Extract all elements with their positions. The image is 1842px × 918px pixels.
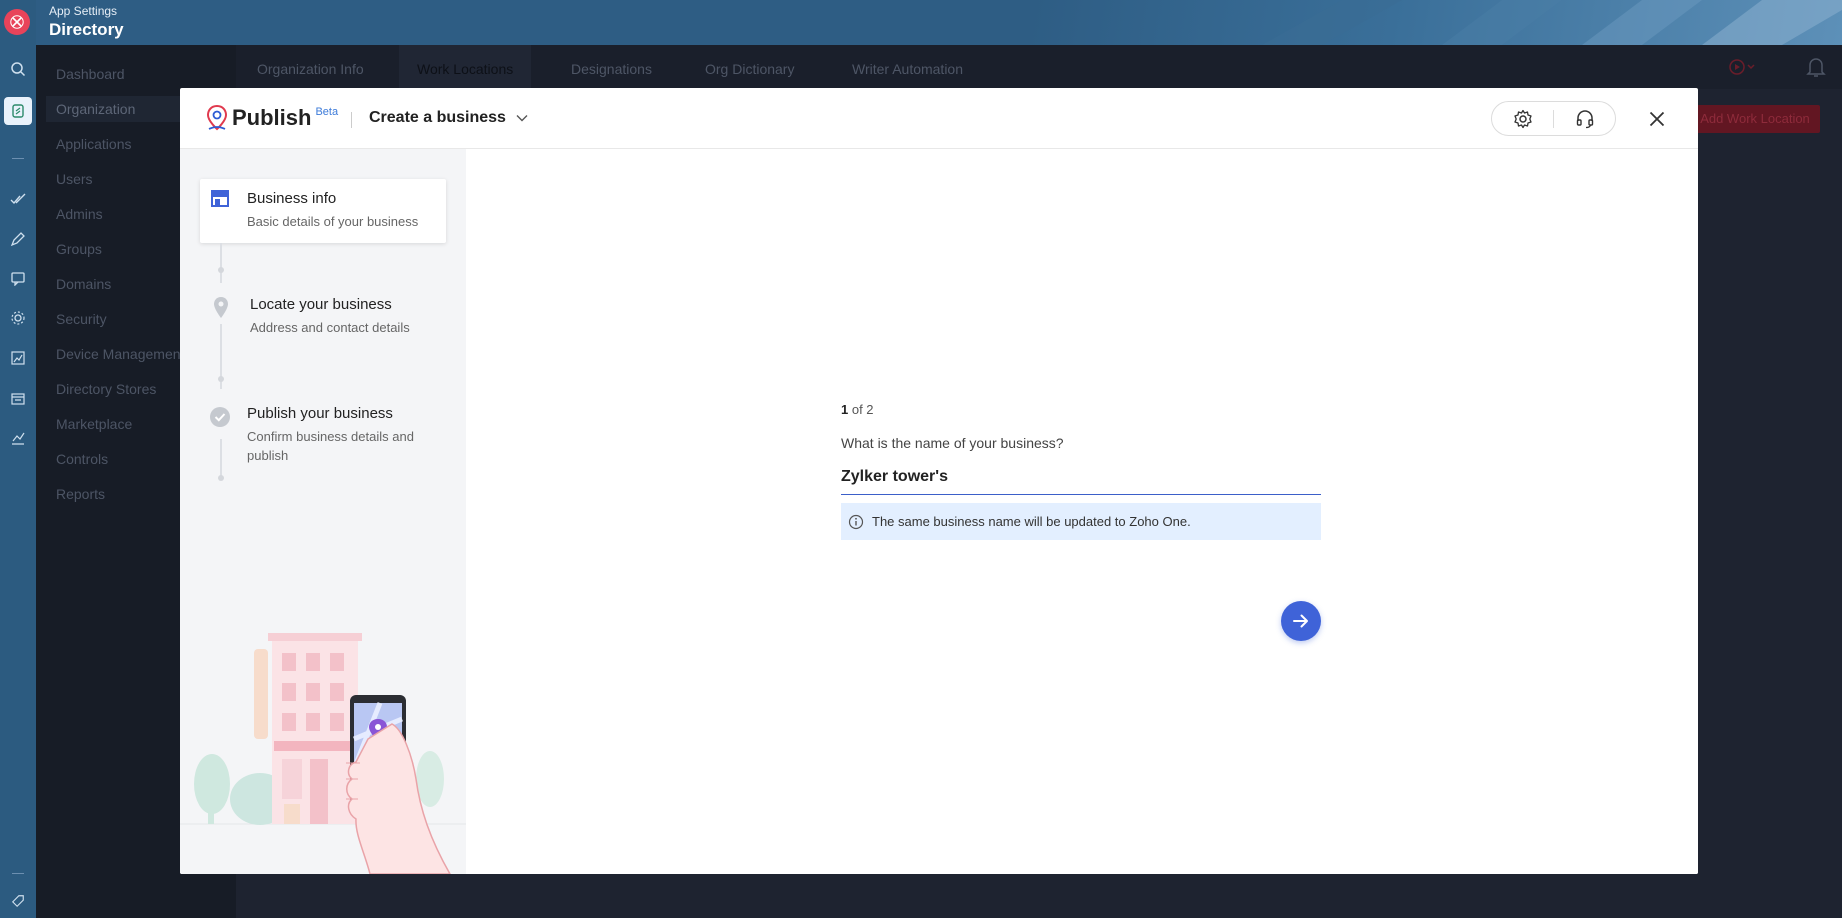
header-pattern [1262, 0, 1842, 45]
close-app-settings-button[interactable] [4, 9, 30, 35]
gear-icon [1513, 109, 1532, 128]
app-icon-rail [0, 0, 36, 918]
sidebar-item-directory-stores[interactable]: Directory Stores [56, 381, 156, 397]
sidebar-item-controls[interactable]: Controls [56, 451, 108, 467]
search-rail-button[interactable] [6, 57, 30, 81]
form-pane: 1 of 2 What is the name of your business… [466, 149, 1698, 874]
sidebar-item-domains[interactable]: Domains [56, 276, 111, 292]
info-banner-text: The same business name will be updated t… [872, 514, 1191, 529]
sidebar-item-dashboard[interactable]: Dashboard [56, 66, 125, 82]
headset-icon [1576, 109, 1593, 128]
bell-icon[interactable] [1806, 56, 1826, 83]
chat-rail-button[interactable] [6, 266, 30, 290]
tab-org-dictionary[interactable]: Org Dictionary [705, 45, 794, 89]
tag-rail-button[interactable] [6, 889, 30, 913]
step-counter-total: of 2 [848, 402, 874, 417]
close-icon [10, 15, 24, 29]
tab-work-locations[interactable]: Work Locations [399, 45, 532, 89]
check-double-icon [10, 193, 26, 205]
step-description: Address and contact details [250, 320, 410, 335]
rail-divider [12, 158, 24, 159]
close-icon [1649, 111, 1665, 127]
step-locate-business-text[interactable]: Locate your business Address and contact… [250, 296, 410, 337]
app-subtitle: App Settings [49, 4, 118, 18]
sidebar-item-security[interactable]: Security [56, 311, 107, 327]
sidebar-item-marketplace[interactable]: Marketplace [56, 416, 132, 432]
search-icon [11, 62, 26, 77]
publish-modal: Publish Beta Create a business Business … [180, 88, 1698, 874]
sidebar-item-device-management[interactable]: Device Management [56, 346, 184, 362]
chevron-down-icon [516, 115, 528, 122]
sidebar-item-admins[interactable]: Admins [56, 206, 103, 222]
tab-organization-info[interactable]: Organization Info [257, 45, 364, 89]
info-icon [848, 514, 864, 529]
step-publish-icon [209, 406, 231, 433]
settings-button[interactable] [1492, 102, 1553, 135]
directory-rail-button[interactable] [4, 97, 32, 125]
recording-icon[interactable] [1728, 57, 1758, 82]
publish-logo-icon [206, 104, 228, 131]
store-rail-button[interactable] [6, 386, 30, 410]
step-connector [220, 243, 222, 283]
support-button[interactable] [1554, 102, 1615, 135]
tag-icon [11, 895, 24, 908]
step-connector [220, 439, 222, 479]
sidebar-item-groups[interactable]: Groups [56, 241, 102, 257]
add-work-location-button[interactable]: Add Work Location [1690, 105, 1820, 133]
location-pin-icon [214, 297, 228, 318]
chat-icon [11, 272, 25, 286]
analytics-rail-button[interactable] [6, 346, 30, 370]
tasks-rail-button[interactable] [6, 187, 30, 211]
store-icon [11, 393, 25, 405]
gear-icon [11, 311, 25, 325]
step-title: Locate your business [250, 296, 392, 313]
beta-badge: Beta [315, 106, 339, 118]
chart-icon [11, 351, 25, 365]
tab-designations[interactable]: Designations [571, 45, 652, 89]
directory-icon [12, 104, 24, 118]
arrow-right-icon [1293, 614, 1308, 628]
step-dot [218, 267, 224, 273]
next-step-button[interactable] [1281, 601, 1321, 641]
header-actions [1491, 101, 1616, 136]
step-locate-business[interactable] [212, 296, 230, 325]
business-selector-label: Create a business [369, 109, 506, 126]
info-banner: The same business name will be updated t… [841, 503, 1321, 540]
settings-rail-button[interactable] [6, 306, 30, 330]
step-description: Confirm business details and publish [247, 429, 414, 463]
pen-icon [10, 232, 25, 247]
business-name-question: What is the name of your business? [841, 435, 1064, 451]
storefront-phone-illustration [180, 633, 466, 874]
sidebar-item-users[interactable]: Users [56, 171, 93, 187]
step-description: Basic details of your business [247, 214, 419, 229]
brand-name: Publish [232, 105, 312, 130]
step-business-info[interactable]: Business info Basic details of your busi… [200, 179, 446, 243]
step-title: Business info [247, 190, 337, 207]
reports-rail-button[interactable] [6, 426, 30, 450]
rail-divider [12, 873, 24, 874]
step-dot [218, 376, 224, 382]
modal-close-button[interactable] [1646, 108, 1668, 130]
sidebar-item-reports[interactable]: Reports [56, 486, 105, 502]
business-name-input[interactable] [841, 460, 1321, 495]
step-dot [218, 475, 224, 481]
storefront-icon [210, 189, 230, 212]
sidebar-item-applications[interactable]: Applications [56, 136, 132, 152]
business-selector[interactable]: Create a business [369, 109, 528, 127]
steps-panel: Business info Basic details of your busi… [180, 149, 466, 874]
trend-icon [12, 432, 25, 445]
modal-header: Publish Beta Create a business [180, 88, 1698, 149]
step-counter: 1 of 2 [841, 402, 874, 417]
app-header: App Settings Directory [36, 0, 1842, 45]
step-title: Publish your business [247, 405, 393, 422]
step-publish-business[interactable]: Publish your business Confirm business d… [247, 405, 437, 465]
tab-writer-automation[interactable]: Writer Automation [852, 45, 963, 89]
tab-bar: Organization Info Work Locations Designa… [236, 45, 1842, 89]
check-circle-icon [210, 407, 230, 427]
app-title: Directory [49, 20, 124, 39]
header-divider [351, 112, 352, 128]
edit-rail-button[interactable] [6, 227, 30, 251]
publish-brand: Publish Beta [206, 104, 338, 132]
